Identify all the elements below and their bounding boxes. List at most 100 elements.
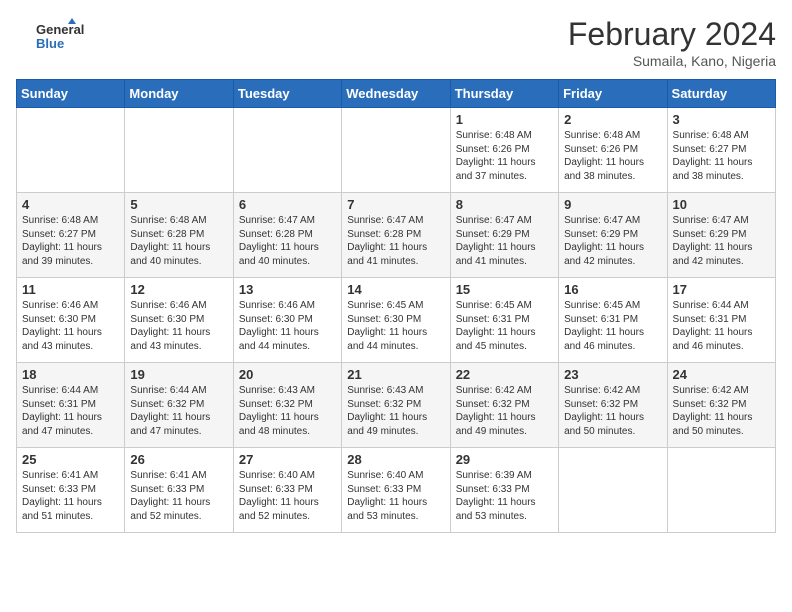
week-row-3: 11 Sunrise: 6:46 AMSunset: 6:30 PMDayligh… [17,278,776,363]
logo: General Blue [16,16,96,56]
day-number: 8 [456,197,553,212]
day-info: Sunrise: 6:46 AMSunset: 6:30 PMDaylight:… [239,299,336,353]
calendar-cell: 10Sunrise: 6:47 AMSunset: 6:29 PMDayligh… [667,193,775,278]
day-number: 6 [239,197,336,212]
calendar-cell: 27 Sunrise: 6:40 AMSunset: 6:33 PMDayligh… [233,448,341,533]
day-number: 23 [564,367,661,382]
calendar-cell: 20 Sunrise: 6:43 AMSunset: 6:32 PMDayligh… [233,363,341,448]
day-number: 12 [130,282,227,297]
day-info: Sunrise: 6:48 AMSunset: 6:26 PMDaylight:… [456,129,553,183]
day-number: 24 [673,367,770,382]
day-number: 20 [239,367,336,382]
day-info: Sunrise: 6:42 AMSunset: 6:32 PMDaylight:… [564,384,661,438]
day-info: Sunrise: 6:40 AMSunset: 6:33 PMDaylight:… [347,469,444,523]
calendar-cell: 6Sunrise: 6:47 AMSunset: 6:28 PMDaylight… [233,193,341,278]
calendar-table: Sunday Monday Tuesday Wednesday Thursday… [16,79,776,533]
calendar-cell: 7 Sunrise: 6:47 AMSunset: 6:28 PMDaylight… [342,193,450,278]
calendar-cell [233,108,341,193]
day-info: Sunrise: 6:47 AMSunset: 6:29 PMDaylight:… [456,214,553,268]
calendar-cell: 3 Sunrise: 6:48 AMSunset: 6:27 PMDaylight… [667,108,775,193]
calendar-cell: 9 Sunrise: 6:47 AMSunset: 6:29 PMDaylight… [559,193,667,278]
calendar-title: February 2024 [568,16,776,53]
logo-icon: General Blue [16,16,96,56]
day-number: 19 [130,367,227,382]
day-info: Sunrise: 6:41 AMSunset: 6:33 PMDaylight:… [130,469,227,523]
calendar-cell: 23 Sunrise: 6:42 AMSunset: 6:32 PMDayligh… [559,363,667,448]
calendar-cell: 14 Sunrise: 6:45 AMSunset: 6:30 PMDayligh… [342,278,450,363]
calendar-cell [125,108,233,193]
day-info: Sunrise: 6:44 AMSunset: 6:32 PMDaylight:… [130,384,227,438]
day-number: 15 [456,282,553,297]
day-info: Sunrise: 6:45 AMSunset: 6:31 PMDaylight:… [564,299,661,353]
calendar-cell: 13 Sunrise: 6:46 AMSunset: 6:30 PMDayligh… [233,278,341,363]
day-number: 10 [673,197,770,212]
calendar-cell: 1 Sunrise: 6:48 AMSunset: 6:26 PMDaylight… [450,108,558,193]
header-saturday: Saturday [667,80,775,108]
calendar-cell: 11Sunrise: 6:46 AMSunset: 6:30 PMDayligh… [17,278,125,363]
svg-text:Blue: Blue [36,36,64,51]
day-number: 2 [564,112,661,127]
calendar-cell: 2Sunrise: 6:48 AMSunset: 6:26 PMDaylight… [559,108,667,193]
calendar-cell: 18 Sunrise: 6:44 AMSunset: 6:31 PMDayligh… [17,363,125,448]
calendar-cell: 22 Sunrise: 6:42 AMSunset: 6:32 PMDayligh… [450,363,558,448]
day-number: 11 [22,282,119,297]
day-number: 3 [673,112,770,127]
day-info: Sunrise: 6:45 AMSunset: 6:30 PMDaylight:… [347,299,444,353]
calendar-cell: 4Sunrise: 6:48 AMSunset: 6:27 PMDaylight… [17,193,125,278]
day-number: 16 [564,282,661,297]
day-info: Sunrise: 6:47 AMSunset: 6:29 PMDaylight:… [564,214,661,268]
day-info: Sunrise: 6:40 AMSunset: 6:33 PMDaylight:… [239,469,336,523]
calendar-subtitle: Sumaila, Kano, Nigeria [568,53,776,69]
day-number: 22 [456,367,553,382]
day-info: Sunrise: 6:39 AMSunset: 6:33 PMDaylight:… [456,469,553,523]
week-row-2: 4Sunrise: 6:48 AMSunset: 6:27 PMDaylight… [17,193,776,278]
header-thursday: Thursday [450,80,558,108]
day-info: Sunrise: 6:46 AMSunset: 6:30 PMDaylight:… [130,299,227,353]
calendar-cell: 17Sunrise: 6:44 AMSunset: 6:31 PMDayligh… [667,278,775,363]
day-info: Sunrise: 6:42 AMSunset: 6:32 PMDaylight:… [673,384,770,438]
header-friday: Friday [559,80,667,108]
day-number: 9 [564,197,661,212]
calendar-cell [342,108,450,193]
calendar-cell: 12 Sunrise: 6:46 AMSunset: 6:30 PMDayligh… [125,278,233,363]
calendar-cell: 8 Sunrise: 6:47 AMSunset: 6:29 PMDaylight… [450,193,558,278]
day-number: 14 [347,282,444,297]
day-info: Sunrise: 6:43 AMSunset: 6:32 PMDaylight:… [239,384,336,438]
title-area: February 2024 Sumaila, Kano, Nigeria [568,16,776,69]
day-number: 7 [347,197,444,212]
day-number: 21 [347,367,444,382]
calendar-cell: 16 Sunrise: 6:45 AMSunset: 6:31 PMDayligh… [559,278,667,363]
day-info: Sunrise: 6:48 AMSunset: 6:28 PMDaylight:… [130,214,227,268]
day-info: Sunrise: 6:47 AMSunset: 6:28 PMDaylight:… [347,214,444,268]
calendar-cell: 25 Sunrise: 6:41 AMSunset: 6:33 PMDayligh… [17,448,125,533]
header-wednesday: Wednesday [342,80,450,108]
day-number: 4 [22,197,119,212]
day-info: Sunrise: 6:45 AMSunset: 6:31 PMDaylight:… [456,299,553,353]
day-number: 26 [130,452,227,467]
day-info: Sunrise: 6:43 AMSunset: 6:32 PMDaylight:… [347,384,444,438]
calendar-cell: 21 Sunrise: 6:43 AMSunset: 6:32 PMDayligh… [342,363,450,448]
days-header-row: Sunday Monday Tuesday Wednesday Thursday… [17,80,776,108]
calendar-cell: 19 Sunrise: 6:44 AMSunset: 6:32 PMDayligh… [125,363,233,448]
calendar-cell: 29 Sunrise: 6:39 AMSunset: 6:33 PMDayligh… [450,448,558,533]
day-number: 17 [673,282,770,297]
calendar-cell [667,448,775,533]
day-number: 1 [456,112,553,127]
day-number: 25 [22,452,119,467]
day-number: 18 [22,367,119,382]
header-sunday: Sunday [17,80,125,108]
header-monday: Monday [125,80,233,108]
header-tuesday: Tuesday [233,80,341,108]
calendar-cell: 24 Sunrise: 6:42 AMSunset: 6:32 PMDayligh… [667,363,775,448]
day-number: 5 [130,197,227,212]
calendar-cell: 5 Sunrise: 6:48 AMSunset: 6:28 PMDaylight… [125,193,233,278]
day-number: 29 [456,452,553,467]
day-number: 13 [239,282,336,297]
day-info: Sunrise: 6:42 AMSunset: 6:32 PMDaylight:… [456,384,553,438]
day-info: Sunrise: 6:44 AMSunset: 6:31 PMDaylight:… [22,384,119,438]
day-number: 27 [239,452,336,467]
calendar-cell [17,108,125,193]
day-info: Sunrise: 6:41 AMSunset: 6:33 PMDaylight:… [22,469,119,523]
day-info: Sunrise: 6:48 AMSunset: 6:27 PMDaylight:… [673,129,770,183]
week-row-5: 25 Sunrise: 6:41 AMSunset: 6:33 PMDayligh… [17,448,776,533]
